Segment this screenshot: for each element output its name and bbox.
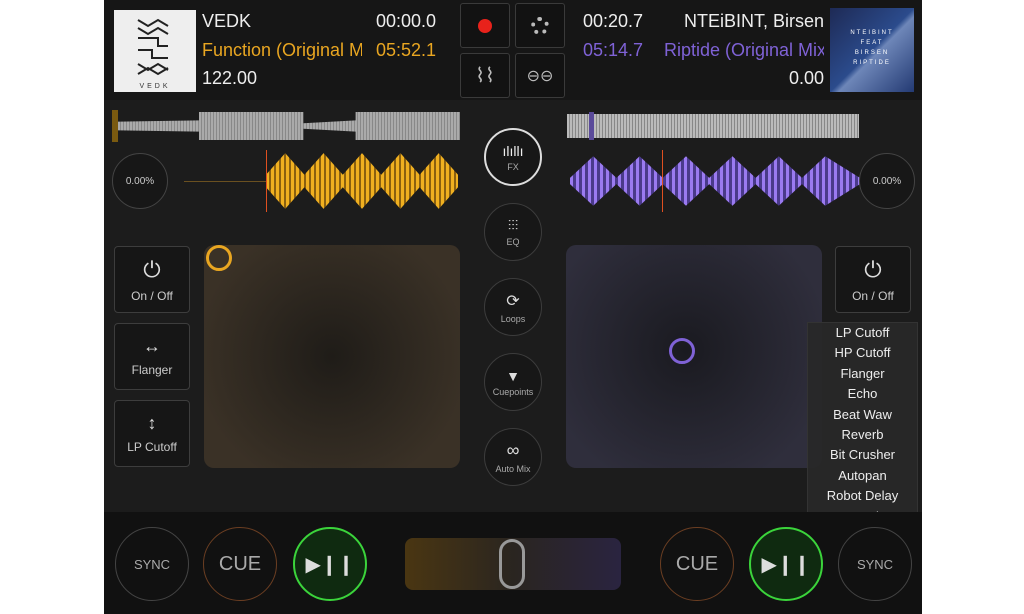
vedk-logo: VEDK <box>137 18 170 90</box>
left-xy-handle[interactable] <box>206 245 232 271</box>
sync-label: SYNC <box>856 556 894 572</box>
settings-button[interactable] <box>515 3 565 48</box>
svg-text:VEDK: VEDK <box>139 83 170 90</box>
left-elapsed: 00:00.0 <box>376 11 437 31</box>
fx2-label: LP Cutoff <box>127 440 177 454</box>
sliders-icon: ⫶⫶⫶ <box>507 217 519 233</box>
sync-label: SYNC <box>133 556 171 572</box>
menu-item[interactable]: Bit Crusher <box>808 445 917 465</box>
record-button[interactable] <box>460 3 510 48</box>
left-artist: VEDK <box>202 11 252 31</box>
fx-label: FX <box>507 161 519 172</box>
on-off-label: On / Off <box>852 288 894 303</box>
right-elapsed: 00:20.7 <box>583 11 644 31</box>
fx-tool-button[interactable]: ılıllı FX <box>484 128 542 186</box>
record-icon <box>478 18 492 33</box>
power-icon: ⏻ <box>143 256 161 282</box>
left-zoom-waveform[interactable] <box>266 153 458 209</box>
on-off-label: On / Off <box>131 288 173 303</box>
left-fx2-button[interactable]: ↕ LP Cutoff <box>114 400 190 467</box>
left-title: Function (Original Mi <box>202 40 362 60</box>
menu-item[interactable]: Reverb <box>808 425 917 445</box>
power-icon: ⏻ <box>864 256 882 282</box>
left-playhead-marker <box>112 110 118 142</box>
loops-tool-button[interactable]: ⟳ Loops <box>484 278 542 336</box>
eq-label: EQ <box>506 237 520 247</box>
right-art-text: NTEIBINT FEAT BIRSEN RIPTIDE <box>850 30 894 66</box>
menu-item[interactable]: Beat Waw <box>808 405 917 425</box>
left-xy-pad[interactable] <box>204 245 460 468</box>
right-bpm: 0.00 <box>788 68 824 88</box>
right-playhead-marker <box>589 112 594 140</box>
waveform-icon: ılıllı <box>502 142 524 159</box>
right-zoom-waveform[interactable] <box>570 156 860 206</box>
loop-icon: ⟳ <box>506 292 520 310</box>
left-fx-on-off-button[interactable]: ⏻ On / Off <box>114 246 190 313</box>
menu-item[interactable]: HP Cutoff <box>808 343 917 363</box>
left-zoom-line <box>184 181 266 182</box>
cuepoints-tool-button[interactable]: ▼ Cuepoints <box>484 353 542 411</box>
play-pause-icon: ▶❙❙ <box>305 553 355 576</box>
menu-item[interactable]: Robot Delay <box>808 486 917 506</box>
split-button[interactable]: ⌇⌇ <box>460 53 510 98</box>
right-overview-waveform[interactable] <box>567 114 859 138</box>
fx1-label: Flanger <box>131 363 173 377</box>
fx-dropdown-menu: LP Cutoff HP Cutoff Flanger Echo Beat Wa… <box>807 322 918 527</box>
automix-tool-button[interactable]: ∞ Auto Mix <box>484 428 542 486</box>
left-remaining: 05:52.1 <box>376 40 437 60</box>
left-overview-waveform[interactable] <box>112 112 460 140</box>
headphones-button[interactable]: ⊖⊖ <box>515 53 565 98</box>
vertical-arrows-icon: ↕ <box>147 413 157 433</box>
right-title: Riptide (Original Mix) <box>664 40 824 60</box>
split-icon: ⌇⌇ <box>475 65 495 87</box>
eq-tool-button[interactable]: ⫶⫶⫶ EQ <box>484 203 542 261</box>
right-pitch-knob[interactable]: 0.00% <box>859 153 915 209</box>
cue-label: CUE <box>218 552 262 575</box>
cuepoints-label: Cuepoints <box>492 386 534 397</box>
left-play-pause-button[interactable]: ▶❙❙ <box>293 527 367 601</box>
play-pause-icon: ▶❙❙ <box>761 553 811 576</box>
cuepoint-icon: ▼ <box>506 367 520 384</box>
menu-item[interactable]: Echo <box>808 384 917 404</box>
left-pitch-knob[interactable]: 0.00% <box>112 153 168 209</box>
right-fx-on-off-button[interactable]: ⏻ On / Off <box>835 246 911 313</box>
menu-item[interactable]: Autopan <box>808 466 917 486</box>
right-cue-button[interactable]: CUE <box>660 527 734 601</box>
infinity-icon: ∞ <box>506 440 520 460</box>
left-fx1-button[interactable]: ↔ Flanger <box>114 323 190 390</box>
menu-item[interactable]: Flanger <box>808 364 917 384</box>
cue-label: CUE <box>675 552 719 575</box>
right-play-pause-button[interactable]: ▶❙❙ <box>749 527 823 601</box>
dj-app: VEDK VEDK Function (Original Mi 122.00 0… <box>104 0 922 614</box>
right-sync-button[interactable]: SYNC <box>838 527 912 601</box>
left-playhead-line <box>266 150 267 212</box>
right-remaining: 05:14.7 <box>583 40 644 60</box>
loops-label: Loops <box>500 313 526 324</box>
left-bpm: 122.00 <box>202 68 258 88</box>
right-artist: NTEiBINT, Birsen <box>683 11 824 31</box>
automix-label: Auto Mix <box>495 464 531 474</box>
left-cue-button[interactable]: CUE <box>203 527 277 601</box>
crossfader-handle[interactable] <box>499 539 525 589</box>
right-xy-pad[interactable] <box>566 245 822 468</box>
horizontal-arrows-icon: ↔ <box>143 336 161 356</box>
menu-item[interactable]: LP Cutoff <box>808 323 917 343</box>
right-album-art[interactable]: NTEIBINT FEAT BIRSEN RIPTIDE <box>830 8 914 92</box>
left-sync-button[interactable]: SYNC <box>115 527 189 601</box>
settings-gear-icon <box>531 16 549 35</box>
right-xy-handle[interactable] <box>669 338 695 364</box>
right-playhead-line <box>662 150 663 212</box>
headphones-icon: ⊖⊖ <box>526 67 554 85</box>
left-album-art[interactable]: VEDK <box>114 10 196 92</box>
